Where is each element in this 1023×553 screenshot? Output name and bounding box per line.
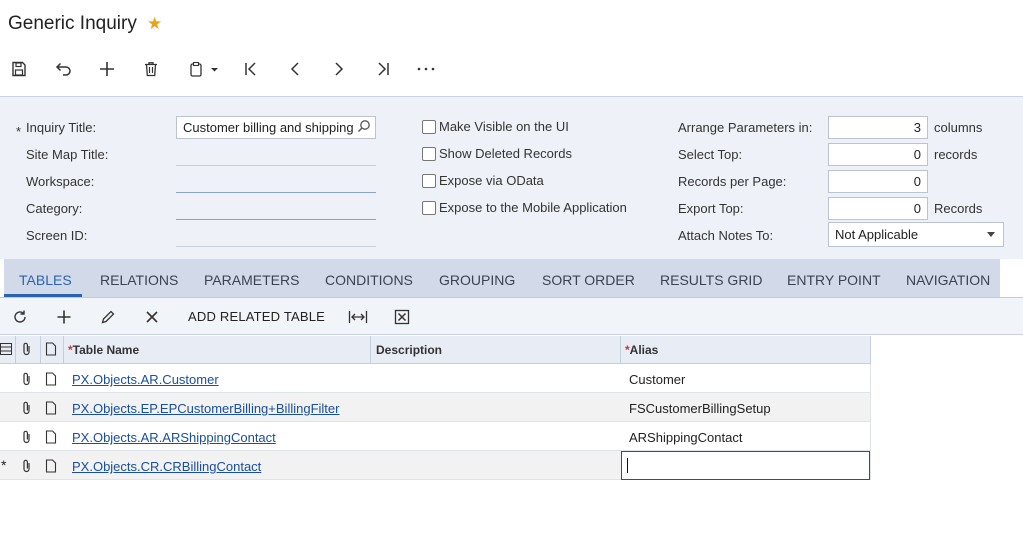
column-divider: [620, 336, 621, 364]
export-top-unit-label: Records: [934, 201, 983, 216]
export-excel-icon[interactable]: [391, 307, 413, 327]
text-caret: [627, 458, 628, 473]
show-deleted-checkbox[interactable]: [422, 147, 436, 161]
select-top-unit-label: records: [934, 147, 978, 162]
inquiry-title-field[interactable]: Customer billing and shipping: [176, 116, 376, 139]
alias-cell[interactable]: FSCustomerBillingSetup: [629, 401, 771, 416]
add-row-icon[interactable]: [53, 307, 75, 327]
tab-tables[interactable]: TABLES: [19, 272, 72, 288]
tab-navigation[interactable]: NAVIGATION: [906, 272, 990, 288]
add-related-table-button[interactable]: ADD RELATED TABLE: [188, 309, 325, 324]
column-header-table-name[interactable]: *Table Name: [68, 343, 139, 357]
note-header-icon: [45, 342, 57, 359]
save-icon[interactable]: [6, 56, 32, 82]
screen-id-label: Screen ID:: [26, 228, 88, 243]
alias-input[interactable]: [621, 451, 870, 480]
attachment-icon[interactable]: [21, 430, 33, 447]
column-header-label: Alias: [629, 343, 659, 357]
column-divider: [40, 336, 41, 364]
tab-parameters[interactable]: PARAMETERS: [204, 272, 299, 288]
note-icon[interactable]: [45, 430, 57, 447]
export-top-input[interactable]: 0: [828, 197, 928, 220]
category-field[interactable]: [176, 219, 376, 220]
edit-icon[interactable]: [97, 307, 119, 327]
refresh-icon[interactable]: [9, 307, 31, 327]
expose-odata-label: Expose via OData: [439, 173, 544, 188]
copy-paste-icon[interactable]: [184, 56, 222, 82]
make-visible-label: Make Visible on the UI: [439, 119, 569, 134]
column-header-alias[interactable]: *Alias: [625, 343, 658, 357]
make-visible-checkbox[interactable]: [422, 120, 436, 134]
column-header-label: Table Name: [72, 343, 140, 357]
column-divider: [15, 336, 16, 364]
note-icon[interactable]: [45, 459, 57, 476]
chevron-down-icon[interactable]: [987, 232, 995, 237]
tab-results-grid[interactable]: RESULTS GRID: [660, 272, 762, 288]
select-top-label: Select Top:: [678, 147, 743, 162]
star-icon[interactable]: ★: [147, 14, 162, 34]
table-name-link[interactable]: PX.Objects.EP.EPCustomerBilling+BillingF…: [72, 401, 339, 416]
page-title: Generic Inquiry: [8, 13, 137, 34]
attachment-icon[interactable]: [21, 372, 33, 389]
new-row-marker: *: [1, 457, 7, 473]
category-label: Category:: [26, 201, 83, 216]
arrange-parameters-label: Arrange Parameters in:: [678, 120, 813, 135]
tab-relations[interactable]: RELATIONS: [100, 272, 178, 288]
site-map-title-label: Site Map Title:: [26, 147, 109, 162]
next-icon[interactable]: [326, 56, 352, 82]
attachment-icon[interactable]: [21, 459, 33, 476]
delete-icon[interactable]: [138, 56, 164, 82]
more-icon[interactable]: [413, 56, 439, 82]
records-per-page-label: Records per Page:: [678, 174, 787, 189]
add-icon[interactable]: [94, 56, 120, 82]
column-header-description[interactable]: Description: [376, 343, 442, 357]
expose-mobile-checkbox[interactable]: [422, 201, 436, 215]
workspace-label: Workspace:: [26, 174, 95, 189]
attach-notes-select[interactable]: Not Applicable: [828, 222, 1004, 247]
last-icon[interactable]: [370, 56, 396, 82]
inquiry-title-label: Inquiry Title:: [26, 120, 97, 135]
tab-conditions[interactable]: CONDITIONS: [325, 272, 413, 288]
expose-mobile-label: Expose to the Mobile Application: [439, 200, 627, 215]
expose-odata-checkbox[interactable]: [422, 174, 436, 188]
records-per-page-input[interactable]: 0: [828, 170, 928, 193]
workspace-field[interactable]: [176, 192, 376, 193]
undo-icon[interactable]: [50, 56, 76, 82]
row-selector-icon[interactable]: [0, 343, 12, 358]
fit-columns-icon[interactable]: [347, 307, 369, 327]
column-divider: [370, 336, 371, 364]
note-icon[interactable]: [45, 372, 57, 389]
site-map-title-field[interactable]: [176, 165, 376, 166]
previous-icon[interactable]: [282, 56, 308, 82]
select-top-input[interactable]: 0: [828, 143, 928, 166]
required-asterisk: *: [16, 124, 22, 139]
note-icon[interactable]: [45, 401, 57, 418]
screen-id-field[interactable]: [176, 246, 376, 247]
alias-cell[interactable]: Customer: [629, 372, 685, 387]
show-deleted-label: Show Deleted Records: [439, 146, 572, 161]
alias-cell[interactable]: ARShippingContact: [629, 430, 742, 445]
attachment-header-icon: [21, 342, 33, 359]
table-name-link[interactable]: PX.Objects.CR.CRBillingContact: [72, 459, 261, 474]
tab-entry-point[interactable]: ENTRY POINT: [787, 272, 881, 288]
delete-row-icon[interactable]: [141, 307, 163, 327]
table-name-link[interactable]: PX.Objects.AR.Customer: [72, 372, 219, 387]
search-icon[interactable]: [357, 119, 371, 136]
tab-grouping[interactable]: GROUPING: [439, 272, 515, 288]
tab-sort-order[interactable]: SORT ORDER: [542, 272, 635, 288]
arrange-parameters-input[interactable]: 3: [828, 116, 928, 139]
attach-notes-label: Attach Notes To:: [678, 228, 774, 243]
arrange-unit-label: columns: [934, 120, 983, 135]
first-icon[interactable]: [238, 56, 264, 82]
table-name-link[interactable]: PX.Objects.AR.ARShippingContact: [72, 430, 276, 445]
attachment-icon[interactable]: [21, 401, 33, 418]
column-divider: [63, 336, 64, 364]
export-top-label: Export Top:: [678, 201, 744, 216]
